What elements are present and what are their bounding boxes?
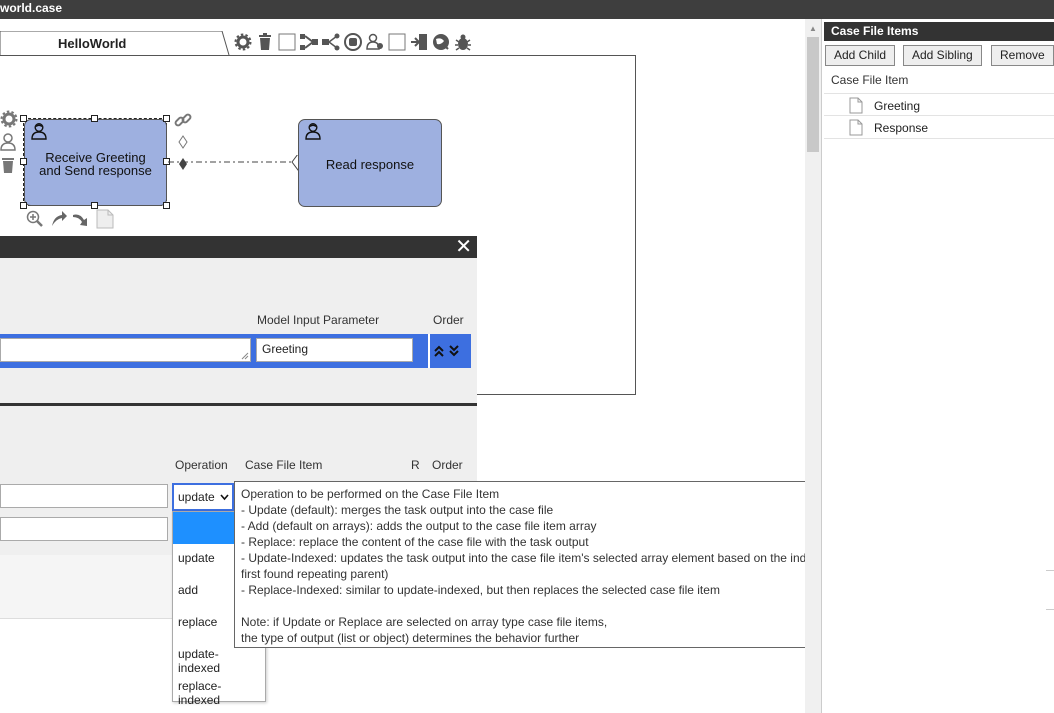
- model-input-parameter-field[interactable]: Greeting: [256, 338, 413, 362]
- resize-handle[interactable]: [20, 158, 27, 165]
- transformation-textarea[interactable]: [0, 338, 251, 362]
- col-order: Order: [432, 458, 463, 472]
- operation-select-value: update: [178, 490, 215, 504]
- dialog-header[interactable]: ✕: [0, 236, 477, 258]
- task-read-response[interactable]: Read response: [298, 119, 442, 207]
- connector-line[interactable]: [168, 155, 303, 171]
- col-case-file-item: Case File Item: [245, 458, 323, 472]
- window-titlebar: world.case: [0, 0, 1054, 19]
- editor-tab-label: HelloWorld: [58, 36, 127, 51]
- link-icon[interactable]: [173, 110, 193, 133]
- panel-title: Case File Items: [824, 22, 1054, 41]
- flow-icon[interactable]: [299, 32, 319, 52]
- task-receive-greeting[interactable]: Receive Greeting and Send response: [24, 119, 167, 206]
- blank-icon[interactable]: [387, 32, 407, 52]
- human-task-icon: [305, 123, 321, 140]
- document-icon[interactable]: [96, 209, 114, 232]
- close-icon[interactable]: ✕: [455, 237, 472, 257]
- move-down-icon[interactable]: [449, 344, 459, 358]
- operation-select[interactable]: update: [172, 483, 234, 511]
- resize-handle[interactable]: [163, 115, 170, 122]
- move-up-icon[interactable]: [434, 344, 444, 358]
- resize-handle[interactable]: [163, 202, 170, 209]
- zoom-icon[interactable]: [26, 210, 44, 231]
- editor-toolbar: [233, 32, 473, 54]
- remove-button[interactable]: Remove: [991, 45, 1054, 66]
- share-icon[interactable]: [321, 32, 341, 52]
- output-transformation-textarea[interactable]: [0, 484, 168, 508]
- col-model-input-parameter: Model Input Parameter: [257, 313, 380, 327]
- vertical-scrollbar[interactable]: ▲: [805, 19, 821, 713]
- gear-icon[interactable]: [233, 32, 253, 52]
- chevron-down-icon: [220, 494, 229, 501]
- task-delete-icon[interactable]: [0, 156, 16, 177]
- import-icon[interactable]: [409, 32, 429, 52]
- human-task-icon: [31, 123, 47, 140]
- task-label: Read response: [325, 157, 415, 172]
- resize-handle[interactable]: [91, 115, 98, 122]
- input-mapping-row[interactable]: Greeting: [0, 334, 471, 368]
- col-operation: Operation: [175, 458, 228, 472]
- scroll-up-icon[interactable]: ▲: [809, 24, 817, 33]
- entry-criterion-icon[interactable]: [178, 135, 188, 152]
- bug-icon[interactable]: [453, 32, 473, 52]
- stop-icon[interactable]: [343, 32, 363, 52]
- resize-handle[interactable]: [20, 115, 27, 122]
- item-label: Greeting: [874, 99, 921, 113]
- item-label: Response: [874, 121, 929, 135]
- col-r: R: [411, 458, 420, 472]
- resize-handle[interactable]: [20, 202, 27, 209]
- task-settings-icon[interactable]: [0, 110, 18, 131]
- case-file-items-panel: Case File Items Add Child Add Sibling Re…: [821, 19, 1054, 713]
- connector-arrow-icon[interactable]: [50, 210, 68, 231]
- add-child-button[interactable]: Add Child: [825, 45, 896, 66]
- case-file-item-response[interactable]: Response: [824, 116, 1054, 139]
- resize-grip-icon: [241, 352, 249, 360]
- add-sibling-button[interactable]: Add Sibling: [903, 45, 982, 66]
- task-role-icon[interactable]: [0, 133, 16, 154]
- blank-icon[interactable]: [277, 32, 297, 52]
- document-icon: [849, 119, 863, 136]
- case-file-item-column-label: Case File Item: [831, 73, 909, 87]
- panel-edge-fragment: [1046, 570, 1054, 610]
- globe-icon[interactable]: [431, 32, 451, 52]
- output-transformation-textarea-2[interactable]: [0, 517, 168, 541]
- window-title: world.case: [0, 1, 63, 15]
- col-order: Order: [433, 313, 464, 327]
- task-label-line2: and Send response: [39, 163, 152, 178]
- section-divider: [0, 403, 477, 406]
- scrollbar-thumb[interactable]: [807, 37, 819, 152]
- connector-curve-icon[interactable]: [72, 210, 90, 231]
- option-replace-indexed[interactable]: replace-indexed: [173, 670, 265, 707]
- case-file-item-greeting[interactable]: Greeting: [824, 93, 1054, 116]
- document-icon: [849, 97, 863, 114]
- editor-tab[interactable]: HelloWorld: [0, 31, 230, 56]
- trash-icon[interactable]: [255, 32, 275, 52]
- cell-separator: [428, 334, 430, 368]
- resize-handle[interactable]: [91, 202, 98, 209]
- roles-icon[interactable]: [365, 32, 385, 52]
